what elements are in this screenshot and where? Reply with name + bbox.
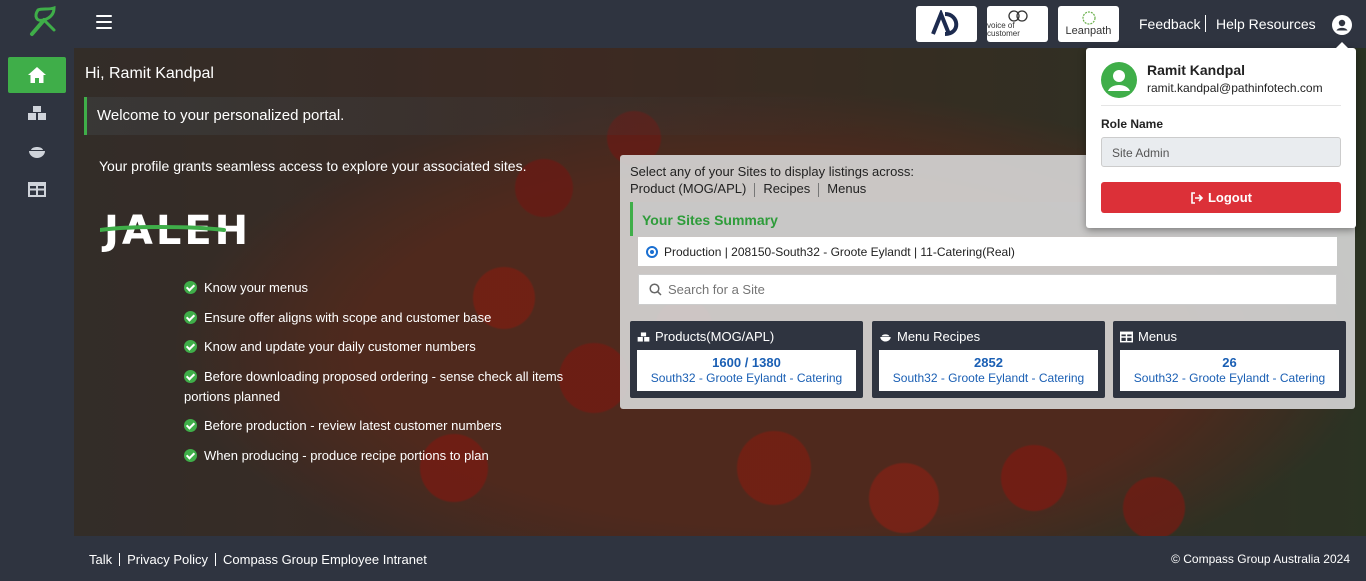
card-products-body[interactable]: 1600 / 1380 South32 - Groote Eylandt - C… bbox=[637, 350, 856, 391]
feature-list: Know your menus Ensure offer aligns with… bbox=[184, 278, 584, 475]
link-products[interactable]: Product (MOG/APL) bbox=[630, 181, 746, 197]
partner-logo-voice-of-customer[interactable]: voice of customer bbox=[987, 6, 1048, 42]
card-recipes-value: 2852 bbox=[974, 355, 1003, 370]
user-email: ramit.kandpal@pathinfotech.com bbox=[1147, 81, 1323, 95]
card-recipes-site: South32 - Groote Eylandt - Catering bbox=[892, 371, 1085, 385]
site-search-box[interactable] bbox=[638, 274, 1337, 305]
top-bar: voice of customer Leanpath Feedback Help… bbox=[0, 0, 1366, 48]
header-divider bbox=[1205, 15, 1206, 32]
card-products-site: South32 - Groote Eylandt - Catering bbox=[650, 371, 843, 385]
card-recipes-body[interactable]: 2852 South32 - Groote Eylandt - Catering bbox=[879, 350, 1098, 391]
home-icon bbox=[28, 67, 46, 83]
feature-item: Before downloading proposed ordering - s… bbox=[184, 368, 564, 404]
feedback-link[interactable]: Feedback bbox=[1139, 16, 1200, 32]
footer-links: Talk Privacy Policy Compass Group Employ… bbox=[89, 552, 427, 567]
check-circle-icon bbox=[184, 340, 197, 353]
partner-logo-leanpath[interactable]: Leanpath bbox=[1058, 6, 1119, 42]
footer-link-talk[interactable]: Talk bbox=[89, 552, 112, 567]
link-menus[interactable]: Menus bbox=[827, 181, 866, 197]
link-divider bbox=[818, 183, 820, 197]
table-icon bbox=[1120, 331, 1133, 342]
user-profile-icon[interactable] bbox=[1332, 15, 1352, 35]
link-divider bbox=[754, 183, 756, 197]
site-option-row[interactable]: Production | 208150-South32 - Groote Eyl… bbox=[638, 237, 1337, 266]
greeting-text: Hi, Ramit Kandpal bbox=[85, 65, 214, 82]
logout-button[interactable]: Logout bbox=[1101, 182, 1341, 213]
sites-intro-text: Select any of your Sites to display list… bbox=[630, 164, 914, 179]
footer: Talk Privacy Policy Compass Group Employ… bbox=[74, 536, 1366, 581]
boxes-icon bbox=[637, 331, 650, 342]
check-circle-icon bbox=[184, 281, 197, 294]
feature-item: Know your menus bbox=[184, 278, 584, 298]
profile-description: Your profile grants seamless access to e… bbox=[99, 158, 527, 174]
feature-item: Ensure offer aligns with scope and custo… bbox=[184, 308, 584, 328]
avatar bbox=[1101, 62, 1137, 98]
card-menus-site: South32 - Groote Eylandt - Catering bbox=[1133, 371, 1326, 385]
card-products[interactable]: Products(MOG/APL) 1600 / 1380 South32 - … bbox=[630, 321, 863, 398]
jaleh-logo: JALEH bbox=[100, 208, 251, 252]
card-products-value: 1600 / 1380 bbox=[712, 355, 781, 370]
feature-item: Before production - review latest custom… bbox=[184, 416, 584, 436]
card-menus-body[interactable]: 26 South32 - Groote Eylandt - Catering bbox=[1120, 350, 1339, 391]
card-recipes-title: Menu Recipes bbox=[897, 329, 981, 344]
sign-out-icon bbox=[1191, 191, 1204, 204]
welcome-banner: Welcome to your personalized portal. bbox=[84, 97, 864, 135]
help-resources-link[interactable]: Help Resources bbox=[1216, 16, 1316, 32]
role-field: Site Admin bbox=[1101, 137, 1341, 167]
footer-divider bbox=[215, 553, 217, 566]
check-circle-icon bbox=[184, 419, 197, 432]
user-dropdown-menu: Ramit Kandpal ramit.kandpal@pathinfotech… bbox=[1086, 42, 1356, 228]
site-radio-button[interactable] bbox=[646, 245, 658, 258]
feature-item: When producing - produce recipe portions… bbox=[184, 446, 584, 466]
check-circle-icon bbox=[184, 310, 197, 324]
hamburger-menu-icon[interactable] bbox=[96, 15, 112, 31]
sidebar-item-menus[interactable] bbox=[8, 171, 66, 207]
site-search-input[interactable] bbox=[668, 282, 1268, 297]
ad-logo-icon bbox=[930, 10, 958, 36]
card-menus-value: 26 bbox=[1222, 355, 1237, 370]
card-products-title: Products(MOG/APL) bbox=[655, 329, 775, 344]
partner-voc-label: voice of customer bbox=[987, 21, 1020, 38]
sites-listing-links: Product (MOG/APL) Recipes Menus bbox=[630, 181, 866, 197]
logout-label: Logout bbox=[1207, 190, 1253, 205]
table-icon bbox=[28, 181, 46, 197]
card-menus[interactable]: Menus 26 South32 - Groote Eylandt - Cate… bbox=[1113, 321, 1346, 398]
boxes-icon bbox=[28, 106, 46, 120]
sidebar-item-products[interactable] bbox=[8, 95, 66, 131]
copyright-text: © Compass Group Australia 2024 bbox=[1171, 552, 1350, 566]
partner-leanpath-label: Leanpath bbox=[1065, 25, 1112, 37]
fork-leaf-logo-icon[interactable] bbox=[24, 4, 60, 40]
partner-logo-ad[interactable] bbox=[916, 6, 977, 42]
bowl-icon bbox=[880, 333, 891, 342]
bowl-icon bbox=[29, 147, 45, 158]
user-name: Ramit Kandpal bbox=[1147, 62, 1246, 78]
welcome-text: Welcome to your personalized portal. bbox=[97, 107, 345, 124]
site-option-label: Production | 208150-South32 - Groote Eyl… bbox=[664, 244, 1015, 259]
dropdown-divider bbox=[1101, 105, 1341, 106]
summary-cards: Products(MOG/APL) 1600 / 1380 South32 - … bbox=[630, 321, 1346, 398]
jaleh-logo-text: JALEH bbox=[101, 208, 251, 252]
footer-link-privacy[interactable]: Privacy Policy bbox=[127, 552, 208, 567]
link-recipes[interactable]: Recipes bbox=[763, 181, 810, 197]
footer-divider bbox=[119, 553, 121, 566]
card-menu-recipes[interactable]: Menu Recipes 2852 South32 - Groote Eylan… bbox=[872, 321, 1105, 398]
feature-item: Know and update your daily customer numb… bbox=[184, 337, 584, 357]
left-sidebar bbox=[0, 48, 74, 581]
sidebar-item-home[interactable] bbox=[8, 57, 66, 93]
card-menus-title: Menus bbox=[1138, 329, 1178, 344]
user-avatar-icon bbox=[1108, 70, 1130, 91]
footer-link-intranet[interactable]: Compass Group Employee Intranet bbox=[223, 552, 427, 567]
leanpath-logo-icon bbox=[1081, 11, 1096, 25]
check-circle-icon bbox=[184, 369, 197, 383]
check-circle-icon bbox=[184, 448, 197, 462]
role-label: Role Name bbox=[1101, 117, 1164, 131]
search-icon bbox=[649, 283, 662, 296]
sidebar-item-recipes[interactable] bbox=[8, 133, 66, 169]
